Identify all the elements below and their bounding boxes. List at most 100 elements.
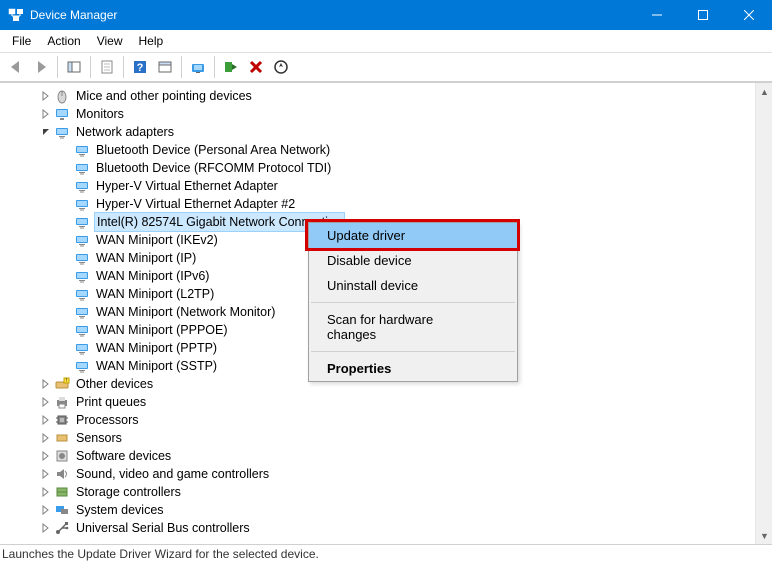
menu-file[interactable]: File (4, 32, 39, 50)
tree-node-label[interactable]: WAN Miniport (L2TP) (94, 285, 216, 303)
network-icon (74, 196, 90, 212)
network-icon (74, 142, 90, 158)
menu-view[interactable]: View (89, 32, 131, 50)
tree-node[interactable]: Processors (0, 411, 754, 429)
tree-node[interactable]: Hyper-V Virtual Ethernet Adapter #2 (0, 195, 754, 213)
expand-icon[interactable] (40, 504, 52, 516)
tree-node-label[interactable]: Hyper-V Virtual Ethernet Adapter #2 (94, 195, 297, 213)
toolbar: ? (0, 52, 772, 82)
tree-node-label[interactable]: Software devices (74, 447, 173, 465)
network-icon (74, 250, 90, 266)
menu-help[interactable]: Help (131, 32, 172, 50)
properties-button[interactable] (95, 55, 119, 79)
other-icon: ! (54, 376, 70, 392)
enable-device-button[interactable] (219, 55, 243, 79)
expand-icon[interactable] (40, 414, 52, 426)
tree-node[interactable]: Software devices (0, 447, 754, 465)
tree-node-label[interactable]: WAN Miniport (SSTP) (94, 357, 219, 375)
network-icon (74, 286, 90, 302)
back-button[interactable] (4, 55, 28, 79)
app-icon (8, 7, 24, 23)
maximize-button[interactable] (680, 0, 726, 30)
scan-hardware-button[interactable] (269, 55, 293, 79)
tree-node-label[interactable]: Universal Serial Bus controllers (74, 519, 252, 537)
tree-node-label[interactable]: Print queues (74, 393, 148, 411)
expand-icon[interactable] (40, 90, 52, 102)
tree-node[interactable]: Mice and other pointing devices (0, 87, 754, 105)
tree-node[interactable]: Hyper-V Virtual Ethernet Adapter (0, 177, 754, 195)
tree-node-label[interactable]: Bluetooth Device (RFCOMM Protocol TDI) (94, 159, 333, 177)
expand-icon[interactable] (40, 486, 52, 498)
tree-node-label[interactable]: Network adapters (74, 123, 176, 141)
network-icon (74, 232, 90, 248)
close-button[interactable] (726, 0, 772, 30)
context-menu-item[interactable]: Properties (309, 356, 517, 381)
vertical-scrollbar[interactable]: ▲ ▼ (755, 83, 772, 544)
window-title: Device Manager (30, 8, 634, 22)
tree-node-label[interactable]: Storage controllers (74, 483, 183, 501)
context-menu-separator (311, 351, 515, 352)
expand-icon[interactable] (40, 396, 52, 408)
update-driver-button[interactable] (186, 55, 210, 79)
tree-node-label[interactable]: WAN Miniport (PPTP) (94, 339, 219, 357)
tree-node-label[interactable]: Other devices (74, 375, 155, 393)
network-icon (54, 124, 70, 140)
tree-node-label[interactable]: Sound, video and game controllers (74, 465, 271, 483)
svg-text:?: ? (137, 62, 144, 74)
tree-node-label[interactable]: Processors (74, 411, 141, 429)
expand-icon[interactable] (40, 432, 52, 444)
tree-node[interactable]: Monitors (0, 105, 754, 123)
tree-node-label[interactable]: Sensors (74, 429, 124, 447)
uninstall-device-button[interactable] (244, 55, 268, 79)
tree-node[interactable]: Bluetooth Device (RFCOMM Protocol TDI) (0, 159, 754, 177)
minimize-button[interactable] (634, 0, 680, 30)
tree-node-label[interactable]: Hyper-V Virtual Ethernet Adapter (94, 177, 280, 195)
cpu-icon (54, 412, 70, 428)
show-hide-tree-button[interactable] (62, 55, 86, 79)
context-menu-item[interactable]: Update driver (309, 223, 517, 248)
scroll-down-button[interactable]: ▼ (756, 527, 772, 544)
expand-icon[interactable] (40, 378, 52, 390)
software-icon (54, 448, 70, 464)
tree-node[interactable]: Bluetooth Device (Personal Area Network) (0, 141, 754, 159)
system-icon (54, 502, 70, 518)
tree-node-label[interactable]: Bluetooth Device (Personal Area Network) (94, 141, 332, 159)
expand-icon[interactable] (40, 450, 52, 462)
context-menu-item[interactable]: Scan for hardware changes (309, 307, 517, 347)
context-menu: Update driverDisable deviceUninstall dev… (308, 222, 518, 382)
svg-text:!: ! (66, 378, 67, 384)
tree-node-label[interactable]: Monitors (74, 105, 126, 123)
forward-button[interactable] (29, 55, 53, 79)
tree-node-label[interactable]: WAN Miniport (IPv6) (94, 267, 211, 285)
monitor-icon (54, 106, 70, 122)
printer-icon (54, 394, 70, 410)
tree-node-label[interactable]: WAN Miniport (IP) (94, 249, 198, 267)
tree-node-label[interactable]: WAN Miniport (Network Monitor) (94, 303, 277, 321)
expand-icon[interactable] (40, 468, 52, 480)
tree-node[interactable]: System devices (0, 501, 754, 519)
tree-node-label[interactable]: WAN Miniport (PPPOE) (94, 321, 230, 339)
help-button[interactable]: ? (128, 55, 152, 79)
tree-node[interactable]: Storage controllers (0, 483, 754, 501)
menu-action[interactable]: Action (39, 32, 88, 50)
tree-node[interactable]: Network adapters (0, 123, 754, 141)
tree-node[interactable]: Universal Serial Bus controllers (0, 519, 754, 537)
context-menu-item[interactable]: Uninstall device (309, 273, 517, 298)
status-bar: Launches the Update Driver Wizard for th… (0, 544, 772, 562)
collapse-icon[interactable] (40, 126, 52, 138)
usb-icon (54, 520, 70, 536)
separator (57, 56, 58, 78)
tree-node[interactable]: Sound, video and game controllers (0, 465, 754, 483)
tree-node-label[interactable]: WAN Miniport (IKEv2) (94, 231, 220, 249)
tree-node-label[interactable]: Mice and other pointing devices (74, 87, 254, 105)
tree-node[interactable]: Sensors (0, 429, 754, 447)
expand-icon[interactable] (40, 108, 52, 120)
scroll-up-button[interactable]: ▲ (756, 83, 772, 100)
sensor-icon (54, 430, 70, 446)
tree-node-label[interactable]: System devices (74, 501, 166, 519)
network-icon (74, 268, 90, 284)
tree-node[interactable]: Print queues (0, 393, 754, 411)
action-sheet-button[interactable] (153, 55, 177, 79)
context-menu-item[interactable]: Disable device (309, 248, 517, 273)
expand-icon[interactable] (40, 522, 52, 534)
